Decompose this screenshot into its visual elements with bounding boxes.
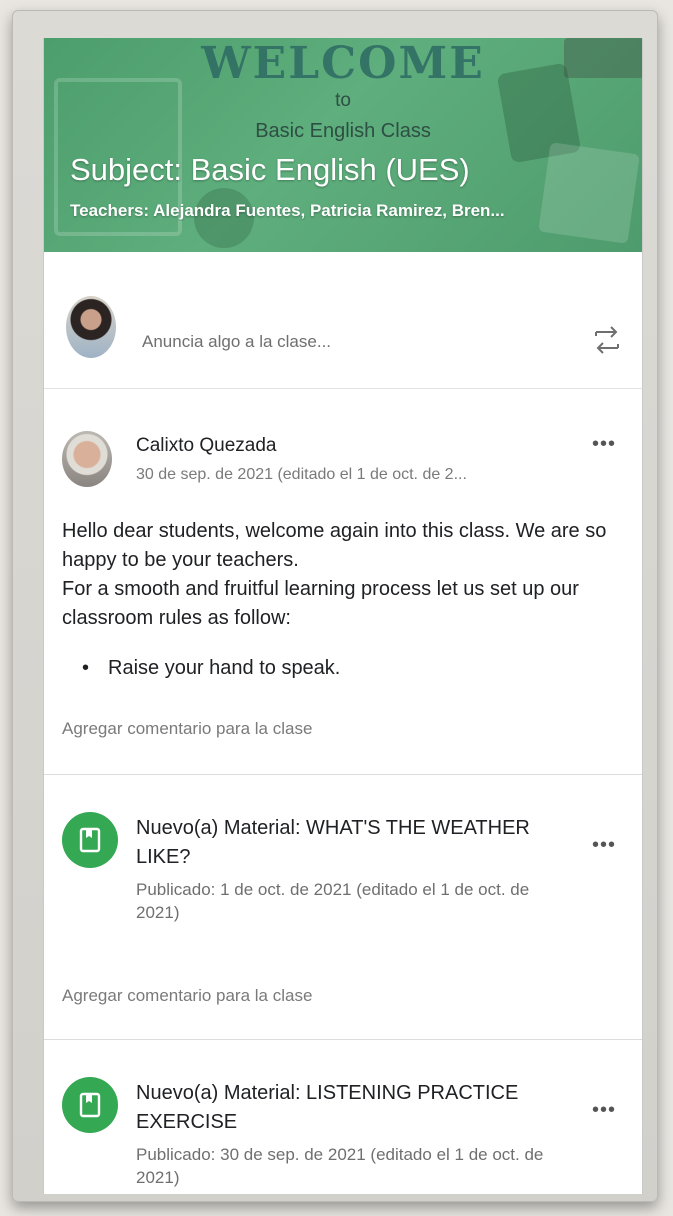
book-icon xyxy=(62,812,118,868)
add-comment-link[interactable]: Agregar comentario para la clase xyxy=(62,719,312,739)
class-subject-title: Subject: Basic English (UES) xyxy=(70,152,470,187)
material-date: Publicado: 1 de oct. de 2021 (editado el… xyxy=(136,880,530,922)
class-banner: WELCOME to Basic English Class Subject: … xyxy=(44,38,642,252)
material-date: Publicado: 30 de sep. de 2021 (editado e… xyxy=(136,1145,544,1187)
post-bullet-item: • Raise your hand to speak. xyxy=(62,657,340,680)
current-user-avatar xyxy=(66,296,116,358)
classroom-screen: WELCOME to Basic English Class Subject: … xyxy=(43,38,643,1194)
banner-decoration xyxy=(538,142,640,244)
material-post[interactable]: Nuevo(a) Material: WHAT'S THE WEATHER LI… xyxy=(44,774,642,1040)
announcement-post: Calixto Quezada 30 de sep. de 2021 (edit… xyxy=(44,389,642,775)
author-avatar xyxy=(62,431,112,487)
material-title[interactable]: Nuevo(a) Material: WHAT'S THE WEATHER LI… xyxy=(136,814,536,872)
post-paragraph: Hello dear students, welcome again into … xyxy=(62,520,607,571)
material-post[interactable]: Nuevo(a) Material: LISTENING PRACTICE EX… xyxy=(44,1039,642,1194)
add-comment-link[interactable]: Agregar comentario para la clase xyxy=(62,986,312,1006)
announce-box[interactable]: Anuncia algo a la clase... xyxy=(44,252,642,389)
banner-to-text: to xyxy=(335,90,351,111)
more-horiz-icon[interactable]: ••• xyxy=(592,433,616,456)
announce-input[interactable]: Anuncia algo a la clase... xyxy=(142,332,331,352)
post-date: 30 de sep. de 2021 (editado el 1 de oct.… xyxy=(136,466,467,483)
bullet-dot: • xyxy=(82,657,90,679)
post-author: Calixto Quezada xyxy=(136,435,277,456)
banner-welcome-text: WELCOME xyxy=(201,38,485,89)
more-horiz-icon[interactable]: ••• xyxy=(592,1099,616,1122)
repost-icon[interactable] xyxy=(592,320,622,360)
post-paragraph: For a smooth and fruitful learning proce… xyxy=(62,578,579,629)
banner-class-text: Basic English Class xyxy=(255,120,431,142)
class-teachers: Teachers: Alejandra Fuentes, Patricia Ra… xyxy=(70,201,505,220)
material-title[interactable]: Nuevo(a) Material: LISTENING PRACTICE EX… xyxy=(136,1079,536,1137)
book-icon xyxy=(62,1077,118,1133)
more-horiz-icon[interactable]: ••• xyxy=(592,834,616,857)
post-body: Hello dear students, welcome again into … xyxy=(62,517,632,633)
bullet-text: Raise your hand to speak. xyxy=(108,657,341,679)
